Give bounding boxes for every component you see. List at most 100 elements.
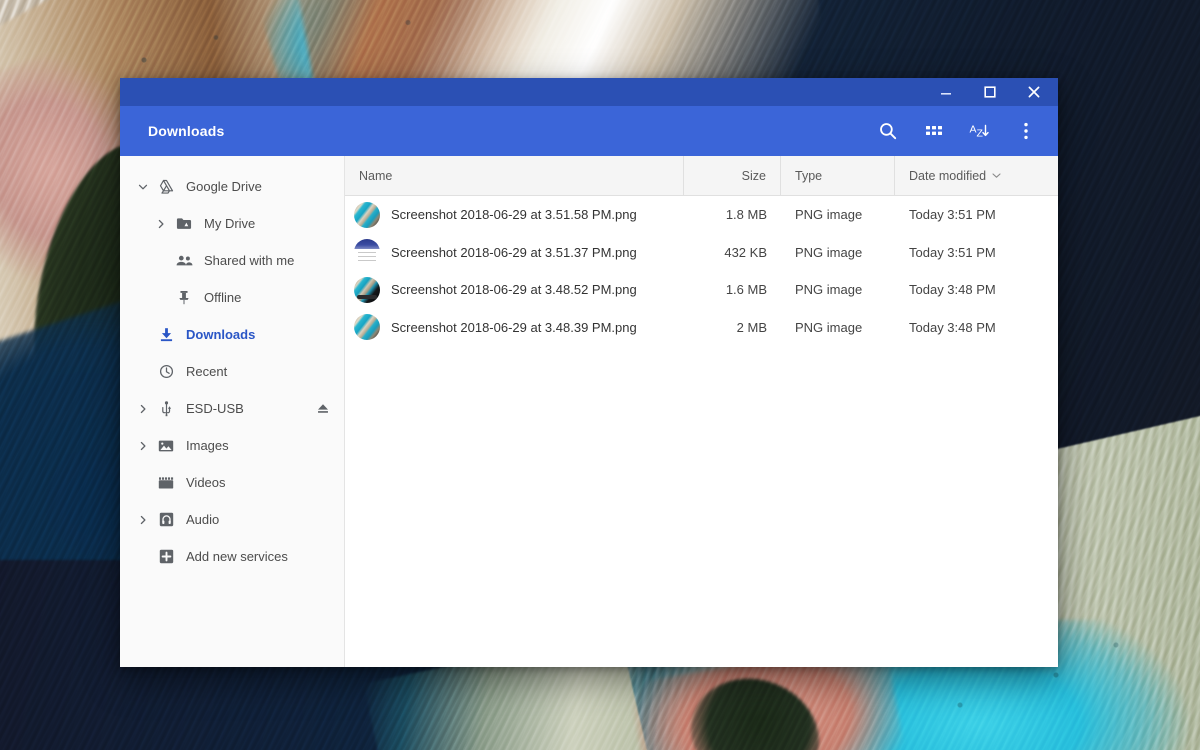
sidebar-item-label: My Drive xyxy=(204,216,256,231)
sidebar-item-recent[interactable]: Recent xyxy=(120,353,344,390)
file-date-modified: Today 3:51 PM xyxy=(909,244,996,260)
file-date-modified: Today 3:48 PM xyxy=(909,319,996,335)
eject-icon[interactable] xyxy=(312,402,334,415)
video-icon xyxy=(154,476,178,490)
chevron-right-icon[interactable] xyxy=(132,441,154,451)
file-thumbnail xyxy=(354,276,380,303)
column-header-label: Size xyxy=(741,168,766,183)
three-dot-menu-icon xyxy=(1024,122,1028,140)
file-list-pane: Name Size Type Date modified Screenshot … xyxy=(345,156,1058,667)
search-icon xyxy=(880,123,897,140)
table-row[interactable]: Screenshot 2018-06-29 at 3.48.39 PM.png … xyxy=(345,309,1058,347)
sidebar-item-label: Downloads xyxy=(186,327,256,342)
sidebar-item-google-drive[interactable]: Google Drive xyxy=(120,168,344,205)
maximize-button[interactable] xyxy=(968,78,1012,106)
column-header-label: Name xyxy=(359,168,393,183)
table-row[interactable]: Screenshot 2018-06-29 at 3.51.58 PM.png … xyxy=(345,196,1058,234)
sidebar-item-downloads[interactable]: Downloads xyxy=(120,316,344,353)
minimize-button[interactable] xyxy=(924,78,968,106)
file-thumbnail xyxy=(354,239,380,266)
window-title-bar xyxy=(120,78,1058,106)
file-name-cell: Screenshot 2018-06-29 at 3.48.52 PM.png xyxy=(345,276,684,303)
usb-icon xyxy=(154,400,178,417)
svg-text:Z: Z xyxy=(977,128,984,140)
file-name: Screenshot 2018-06-29 at 3.48.52 PM.png xyxy=(391,282,637,298)
file-type: PNG image xyxy=(795,282,863,298)
file-name: Screenshot 2018-06-29 at 3.51.58 PM.png xyxy=(391,207,637,223)
file-name-cell: Screenshot 2018-06-29 at 3.51.37 PM.png xyxy=(345,239,684,266)
file-name: Screenshot 2018-06-29 at 3.48.39 PM.png xyxy=(391,319,637,335)
page-title: Downloads xyxy=(148,123,225,139)
people-icon xyxy=(172,254,196,267)
file-thumbnail xyxy=(354,201,380,228)
file-type: PNG image xyxy=(795,207,863,223)
audio-icon xyxy=(154,512,178,527)
file-size: 432 KB xyxy=(724,244,767,260)
chevron-right-icon[interactable] xyxy=(132,515,154,525)
file-list[interactable]: Screenshot 2018-06-29 at 3.51.58 PM.png … xyxy=(345,196,1058,667)
sidebar-item-audio[interactable]: Audio xyxy=(120,501,344,538)
file-name: Screenshot 2018-06-29 at 3.51.37 PM.png xyxy=(391,244,637,260)
file-name-cell: Screenshot 2018-06-29 at 3.51.58 PM.png xyxy=(345,201,684,228)
column-header-row: Name Size Type Date modified xyxy=(345,156,1058,196)
file-size: 1.6 MB xyxy=(725,282,767,298)
sidebar-item-offline[interactable]: Offline xyxy=(120,279,344,316)
column-header-label: Type xyxy=(795,168,823,183)
sidebar-item-my-drive[interactable]: My Drive xyxy=(120,205,344,242)
file-name-cell: Screenshot 2018-06-29 at 3.48.39 PM.png xyxy=(345,314,684,341)
folder-drive-icon xyxy=(172,216,196,231)
file-thumbnail xyxy=(354,314,380,341)
sidebar: Google Drive My Drive Shared with me Off… xyxy=(120,156,345,667)
table-row[interactable]: Screenshot 2018-06-29 at 3.51.37 PM.png … xyxy=(345,234,1058,272)
file-size: 1.8 MB xyxy=(725,207,767,223)
sidebar-item-videos[interactable]: Videos xyxy=(120,464,344,501)
toolbar-actions: A Z xyxy=(866,109,1048,153)
sort-descending-icon xyxy=(992,171,1001,180)
table-row[interactable]: Screenshot 2018-06-29 at 3.48.52 PM.png … xyxy=(345,271,1058,309)
thumbnail-view-button[interactable] xyxy=(912,109,956,153)
files-app-window: Downloads A Z Google Drive My Drive Shar… xyxy=(120,78,1058,667)
chevron-right-icon[interactable] xyxy=(150,219,172,229)
sidebar-item-label: Images xyxy=(186,438,229,453)
sort-az-icon: A Z xyxy=(970,124,989,140)
sidebar-item-label: ESD-USB xyxy=(186,401,244,416)
column-header-name[interactable]: Name xyxy=(345,156,684,195)
desktop: Downloads A Z Google Drive My Drive Shar… xyxy=(0,0,1200,750)
sidebar-item-images[interactable]: Images xyxy=(120,427,344,464)
file-date-modified: Today 3:51 PM xyxy=(909,207,996,223)
pin-icon xyxy=(172,290,196,305)
close-button[interactable] xyxy=(1012,78,1056,106)
sidebar-item-add-new-services[interactable]: Add new services xyxy=(120,538,344,575)
sidebar-item-label: Google Drive xyxy=(186,179,262,194)
add-service-icon xyxy=(154,549,178,564)
column-header-size[interactable]: Size xyxy=(684,156,781,195)
sidebar-item-label: Recent xyxy=(186,364,228,379)
sidebar-item-label: Add new services xyxy=(186,549,288,564)
file-date-modified: Today 3:48 PM xyxy=(909,282,996,298)
file-type: PNG image xyxy=(795,244,863,260)
sidebar-item-shared-with-me[interactable]: Shared with me xyxy=(120,242,344,279)
svg-text:A: A xyxy=(970,124,977,136)
sort-button[interactable]: A Z xyxy=(958,109,1002,153)
column-header-date-modified[interactable]: Date modified xyxy=(895,156,1058,195)
column-header-label: Date modified xyxy=(909,168,987,183)
window-body: Google Drive My Drive Shared with me Off… xyxy=(120,156,1058,667)
download-icon xyxy=(154,327,178,342)
sidebar-item-label: Offline xyxy=(204,290,242,305)
clock-icon xyxy=(154,364,178,379)
chevron-down-icon[interactable] xyxy=(132,182,154,192)
sidebar-item-label: Audio xyxy=(186,512,220,527)
search-button[interactable] xyxy=(866,109,910,153)
google-drive-icon xyxy=(154,179,178,194)
sidebar-item-label: Videos xyxy=(186,475,226,490)
wallpaper-bottom-vegetation xyxy=(675,661,835,750)
grid-view-icon xyxy=(926,126,942,135)
file-type: PNG image xyxy=(795,319,863,335)
more-menu-button[interactable] xyxy=(1004,109,1048,153)
app-toolbar: Downloads A Z xyxy=(120,106,1058,156)
image-icon xyxy=(154,439,178,453)
sidebar-item-esd-usb[interactable]: ESD-USB xyxy=(120,390,344,427)
chevron-right-icon[interactable] xyxy=(132,404,154,414)
column-header-type[interactable]: Type xyxy=(781,156,895,195)
file-size: 2 MB xyxy=(736,319,767,335)
